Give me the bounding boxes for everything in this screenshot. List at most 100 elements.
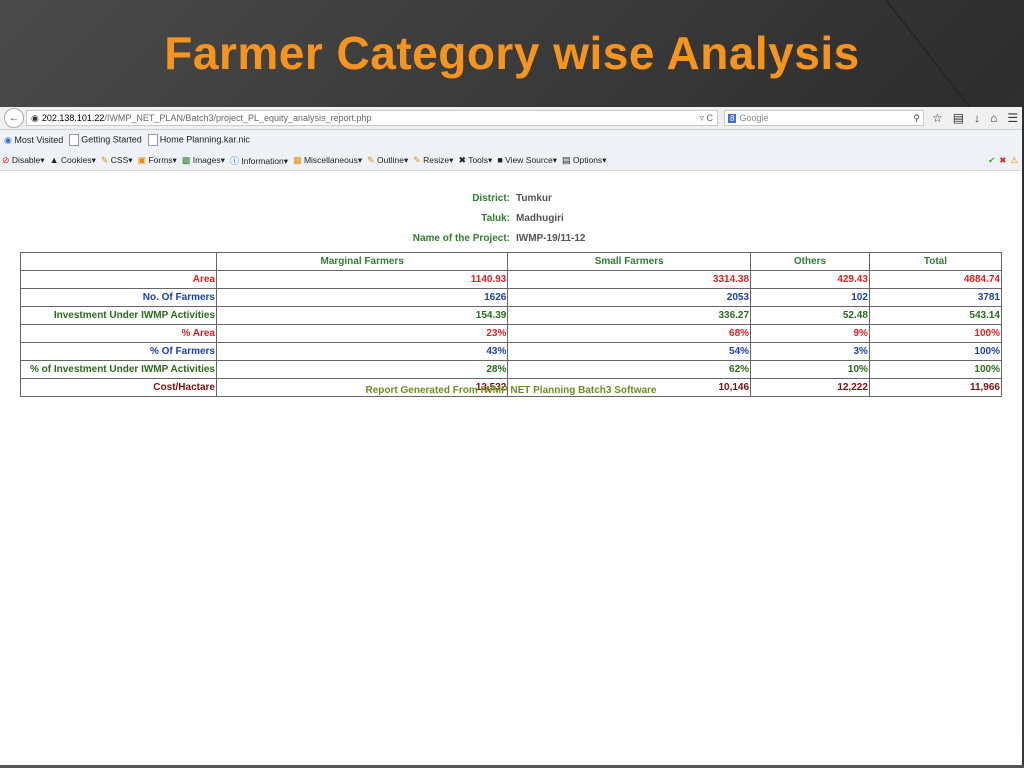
search-icon[interactable]: ⚲ <box>913 113 920 124</box>
district-value: Tumkur <box>516 193 552 204</box>
devtool-information[interactable]: ⓘ Information▾ <box>230 154 288 167</box>
bookmark-getting-started[interactable]: Getting Started <box>69 134 142 146</box>
cookie-icon: ▲ <box>49 154 59 165</box>
table-cell: 1140.93 <box>215 270 509 289</box>
devtool-images[interactable]: ▩ Images▾ <box>182 155 225 166</box>
table-cell: 23% <box>215 324 509 343</box>
devtool-view-source[interactable]: ■ View Source▾ <box>497 155 557 166</box>
table-cell: 154.39 <box>215 306 509 325</box>
url-host: 202.138.101.22 <box>41 113 105 123</box>
misc-icon: ▦ <box>293 154 302 165</box>
devtool-cookies[interactable]: ▲ Cookies▾ <box>50 155 96 166</box>
table-cell: 3% <box>750 342 870 361</box>
error-icon[interactable]: ✖ <box>999 155 1006 166</box>
devtool-outline[interactable]: ✎ Outline▾ <box>367 155 408 166</box>
source-icon: ■ <box>497 154 503 165</box>
column-header: Others <box>750 252 870 271</box>
outline-pen-icon: ✎ <box>367 154 375 165</box>
table-cell: 9% <box>750 324 870 343</box>
table-cell: 543.14 <box>868 306 1003 325</box>
table-cell: 3781 <box>868 288 1003 307</box>
check-icon[interactable]: ✔ <box>988 155 995 166</box>
row-label: % Area <box>20 324 217 343</box>
table-cell: 43% <box>215 342 509 361</box>
google-icon: 8 <box>728 113 737 123</box>
table-cell: 1626 <box>215 288 509 307</box>
table-row: % of Investment Under IWMP Activities 28%… <box>20 360 1003 379</box>
table-cell: 68% <box>507 324 752 343</box>
info-icon: ⓘ <box>229 155 239 166</box>
bookmark-home-planning[interactable]: Home Planning.kar.nic <box>147 134 250 146</box>
devtool-miscellaneous[interactable]: ▦ Miscellaneous▾ <box>293 155 362 166</box>
page-icon <box>147 134 158 146</box>
download-icon[interactable]: ↓ <box>974 111 980 125</box>
table-cell: 100% <box>868 342 1003 361</box>
column-header: Total <box>868 252 1003 271</box>
reload-icon[interactable]: ▿ C <box>699 113 713 124</box>
table-cell: 100% <box>868 360 1003 379</box>
home-icon[interactable]: ⌂ <box>990 111 997 125</box>
table-cell: 102 <box>750 288 870 307</box>
browser-screenshot: ← ◉ 202.138.101.22 /IWMP_NET_PLAN/Batch3… <box>0 107 1022 765</box>
menu-icon[interactable]: ☰ <box>1007 111 1018 125</box>
column-header: Marginal Farmers <box>215 252 509 271</box>
globe-icon: ◉ <box>31 112 39 123</box>
row-label: No. Of Farmers <box>20 288 217 307</box>
disable-icon: ⊘ <box>2 154 10 165</box>
bookmark-most-visited[interactable]: ◉ Most Visited <box>4 135 63 146</box>
taluk-label: Taluk: <box>481 213 510 224</box>
reading-list-icon[interactable]: ▤ <box>953 111 964 125</box>
table-row: Investment Under IWMP Activities 154.39 33… <box>20 306 1003 325</box>
bookmark-icon: ◉ <box>4 134 12 145</box>
table-row: No. Of Farmers 1626 2053 102 3781 <box>20 288 1003 307</box>
table-cell: 10% <box>750 360 870 379</box>
project-value: IWMP-19/11-12 <box>516 233 586 244</box>
table-row: % Of Farmers 43% 54% 3% 100% <box>20 342 1003 361</box>
slide-title: Farmer Category wise Analysis <box>164 27 860 79</box>
table-header-row: Marginal Farmers Small Farmers Others To… <box>20 252 1003 271</box>
row-label: % of Investment Under IWMP Activities <box>20 360 217 379</box>
table-cell: 52.48 <box>750 306 870 325</box>
navigation-bar: ← ◉ 202.138.101.22 /IWMP_NET_PLAN/Batch3… <box>0 107 1022 130</box>
table-cell: 429.43 <box>750 270 870 289</box>
search-input[interactable]: 8 Google ⚲ <box>724 110 924 126</box>
report-footer: Report Generated From IWMP NET Planning … <box>365 385 657 396</box>
project-label: Name of the Project: <box>412 233 510 244</box>
table-cell: 3314.38 <box>507 270 752 289</box>
table-row: Area 1140.93 3314.38 429.43 4884.74 <box>20 270 1003 289</box>
bookmark-star-icon[interactable]: ☆ <box>932 111 943 125</box>
column-header: Small Farmers <box>507 252 752 271</box>
devtool-options[interactable]: ▤ Options▾ <box>562 155 606 166</box>
resize-icon: ✎ <box>413 154 421 165</box>
pencil-icon: ✎ <box>100 154 109 165</box>
devtool-tools[interactable]: ✖ Tools▾ <box>458 155 492 166</box>
devtool-css[interactable]: ✎ CSS▾ <box>101 155 133 166</box>
row-label: % Of Farmers <box>20 342 217 361</box>
table-cell: 28% <box>215 360 509 379</box>
devtool-forms[interactable]: ▣ Forms▾ <box>138 155 177 166</box>
analysis-table: Marginal Farmers Small Farmers Others To… <box>20 252 1003 397</box>
table-row: % Area 23% 68% 9% 100% <box>20 324 1003 343</box>
taluk-value: Madhugiri <box>516 213 564 224</box>
row-label: Investment Under IWMP Activities <box>20 306 217 325</box>
search-placeholder: Google <box>739 113 769 123</box>
table-cell: 62% <box>507 360 752 379</box>
table-corner-cell <box>20 252 217 271</box>
form-icon: ▣ <box>137 154 147 165</box>
table-cell: 4884.74 <box>868 270 1003 289</box>
web-developer-toolbar: ⊘ Disable▾ ▲ Cookies▾ ✎ CSS▾ ▣ Forms▾ ▩ … <box>0 150 1022 171</box>
image-icon: ▩ <box>181 154 191 165</box>
table-cell: 2053 <box>507 288 752 307</box>
devtool-disable[interactable]: ⊘ Disable▾ <box>2 155 45 166</box>
table-cell: 100% <box>868 324 1003 343</box>
bookmarks-toolbar: ◉ Most Visited Getting Started Home Plan… <box>0 130 1022 150</box>
district-label: District: <box>472 193 510 204</box>
url-path: /IWMP_NET_PLAN/Batch3/project_PL_equity_… <box>104 113 372 123</box>
back-arrow-icon[interactable]: ← <box>4 108 24 128</box>
address-bar[interactable]: ◉ 202.138.101.22 /IWMP_NET_PLAN/Batch3/p… <box>26 110 718 126</box>
options-icon: ▤ <box>562 154 571 165</box>
table-cell: 54% <box>507 342 752 361</box>
devtool-resize[interactable]: ✎ Resize▾ <box>413 155 453 166</box>
warning-icon[interactable]: ⚠ <box>1010 155 1018 166</box>
tools-icon: ✖ <box>458 154 466 165</box>
